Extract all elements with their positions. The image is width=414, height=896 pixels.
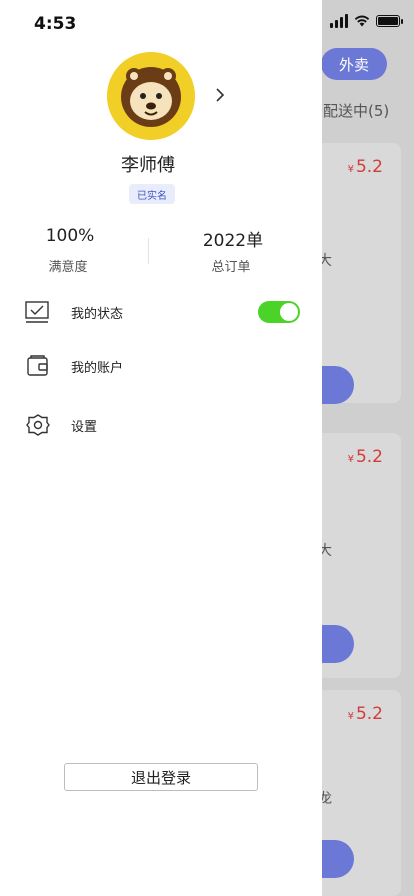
stats-divider: [148, 238, 149, 264]
checklist-icon: [24, 298, 52, 326]
verified-badge: 已实名: [129, 184, 175, 204]
wifi-icon: [354, 15, 370, 27]
side-drawer: 4:53 李师傅 已实名 100% 满意度 2022单 总订单 我的状态 我的账…: [0, 0, 322, 896]
tab-takeout[interactable]: 外卖: [321, 48, 387, 80]
profile-name: 李师傅: [121, 155, 175, 176]
logout-button[interactable]: 退出登录: [64, 763, 258, 791]
satisfaction-value: 100%: [45, 226, 95, 246]
status-icons: [330, 14, 403, 28]
order-price: ¥5.2: [347, 447, 383, 467]
menu-item-settings[interactable]: 设置: [24, 405, 304, 445]
menu-item-label: 设置: [71, 419, 98, 435]
wallet-icon: [24, 352, 52, 380]
status-toggle[interactable]: [258, 301, 300, 323]
total-orders-value: 2022单: [202, 231, 264, 251]
lion-avatar-icon: [107, 52, 195, 140]
battery-icon: [376, 15, 403, 27]
order-price: ¥5.2: [347, 157, 383, 177]
menu-item-my-status[interactable]: 我的状态: [24, 292, 304, 332]
avatar[interactable]: [107, 52, 195, 140]
signal-icon: [330, 14, 348, 28]
menu-item-my-account[interactable]: 我的账户: [24, 346, 304, 386]
gear-icon: [24, 411, 52, 439]
tab-delivering[interactable]: 配送中(5): [323, 100, 389, 121]
menu-item-label: 我的状态: [71, 306, 124, 322]
status-time: 4:53: [34, 14, 77, 34]
chevron-right-icon[interactable]: [215, 88, 225, 102]
total-orders-label: 总订单: [211, 260, 251, 275]
order-price: ¥5.2: [347, 704, 383, 724]
menu-item-label: 我的账户: [71, 360, 124, 376]
satisfaction-label: 满意度: [48, 260, 88, 275]
